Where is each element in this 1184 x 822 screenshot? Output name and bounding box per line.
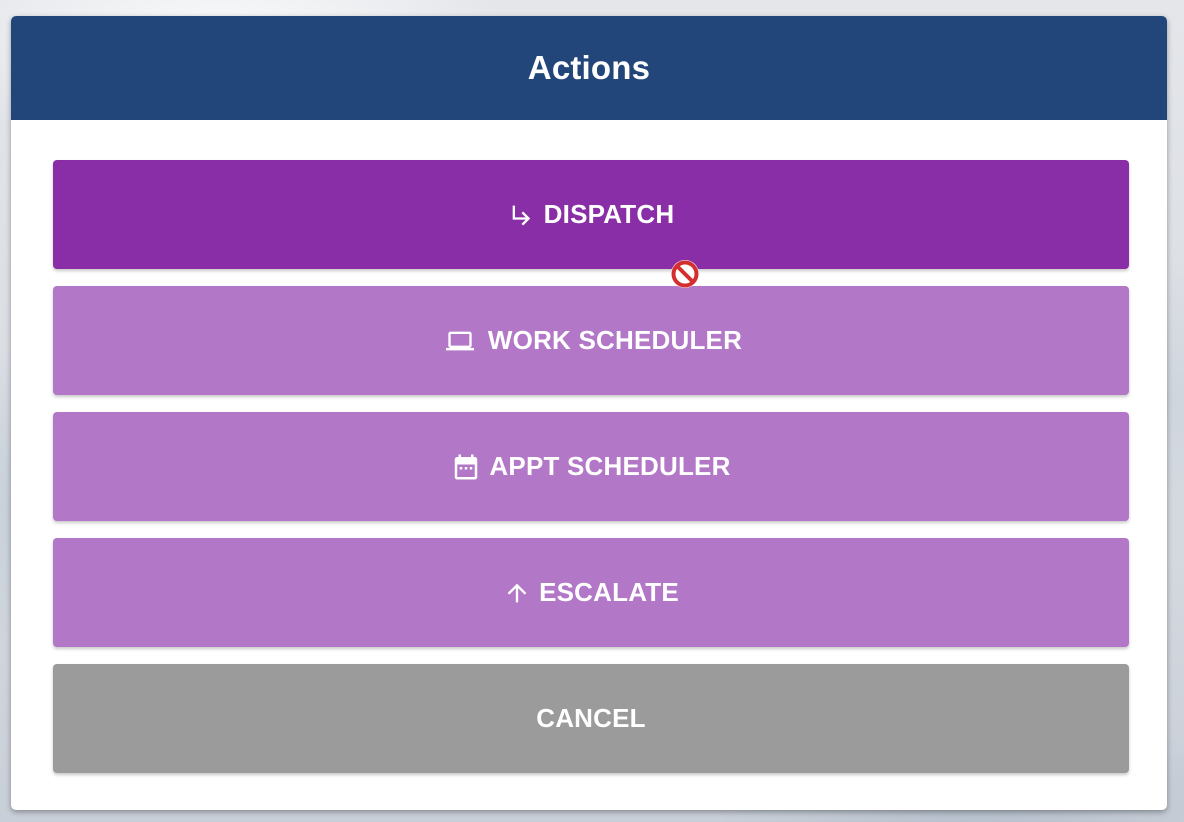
work-scheduler-label: WORK SCHEDULER bbox=[487, 325, 743, 355]
appt-scheduler-button[interactable]: APPT SCHEDULER bbox=[53, 412, 1129, 521]
actions-dialog: Actions DISPATCH WORK SCHEDULER APPT SCH… bbox=[11, 16, 1167, 810]
subdirectory-arrow-right-icon bbox=[508, 201, 536, 229]
appt-scheduler-label: APPT SCHEDULER bbox=[489, 451, 731, 481]
dialog-body: DISPATCH WORK SCHEDULER APPT SCHEDULER E… bbox=[11, 120, 1167, 773]
arrow-up-icon bbox=[503, 579, 531, 607]
work-scheduler-button[interactable]: WORK SCHEDULER bbox=[53, 286, 1129, 395]
dispatch-label: DISPATCH bbox=[543, 199, 675, 229]
dialog-header: Actions bbox=[11, 16, 1167, 120]
laptop-icon bbox=[440, 327, 480, 355]
dialog-title: Actions bbox=[527, 49, 651, 86]
dispatch-button[interactable]: DISPATCH bbox=[53, 160, 1129, 269]
calendar-icon bbox=[451, 452, 481, 482]
cancel-label: CANCEL bbox=[536, 703, 646, 733]
cancel-button[interactable]: CANCEL bbox=[53, 664, 1129, 773]
escalate-label: ESCALATE bbox=[539, 577, 679, 607]
escalate-button[interactable]: ESCALATE bbox=[53, 538, 1129, 647]
